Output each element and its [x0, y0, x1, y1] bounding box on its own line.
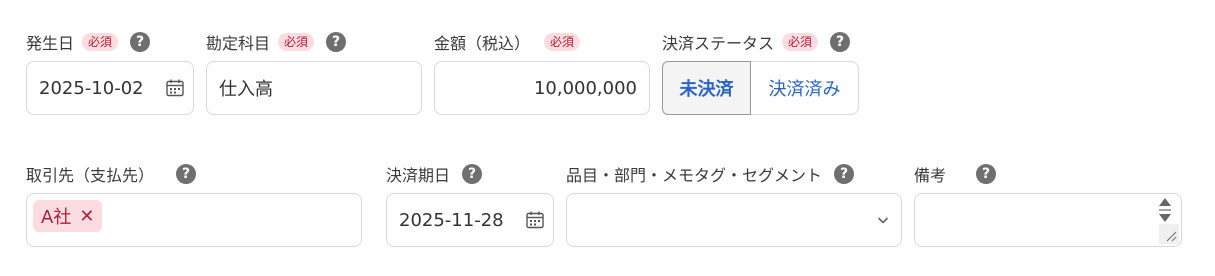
- due-date-input[interactable]: 2025-11-28: [386, 193, 554, 247]
- partner-tag: A社 ✕: [33, 200, 103, 232]
- help-icon[interactable]: ?: [834, 164, 855, 184]
- partner-tag-label: A社: [41, 207, 72, 228]
- spinner-icon[interactable]: [1157, 196, 1173, 224]
- required-badge: 必須: [82, 33, 119, 51]
- segments-label: 品目・部門・メモタグ・セグメント: [566, 166, 823, 185]
- help-icon[interactable]: ?: [830, 32, 851, 52]
- date-label: 発生日: [26, 34, 75, 53]
- resize-grip-icon[interactable]: [1159, 224, 1179, 244]
- amount-label-row: 金額（税込） 必須: [434, 30, 581, 54]
- segments-select[interactable]: [566, 193, 902, 247]
- calendar-icon[interactable]: [525, 210, 545, 230]
- required-badge: 必須: [782, 33, 819, 51]
- settlement-label: 決済ステータス: [662, 34, 775, 53]
- partner-input[interactable]: A社 ✕: [26, 193, 362, 247]
- calendar-icon[interactable]: [165, 78, 185, 98]
- chevron-down-icon: [877, 217, 889, 224]
- required-badge: 必須: [544, 33, 581, 51]
- date-value: 2025-10-02: [39, 77, 144, 99]
- date-input[interactable]: 2025-10-02: [26, 61, 194, 115]
- due-date-label-row: 決済期日 ?: [386, 162, 483, 186]
- partner-label: 取引先（支払先）: [26, 166, 155, 185]
- required-badge: 必須: [278, 33, 315, 51]
- settlement-label-row: 決済ステータス 必須 ?: [662, 30, 851, 54]
- settlement-toggle: 未決済 決済済み: [662, 61, 859, 115]
- date-label-row: 発生日 必須 ?: [26, 30, 151, 54]
- segments-label-row: 品目・部門・メモタグ・セグメント ?: [566, 162, 855, 186]
- settled-button[interactable]: 決済済み: [751, 61, 859, 115]
- notes-label: 備考: [914, 166, 947, 185]
- help-icon[interactable]: ?: [976, 164, 997, 184]
- partner-label-row: 取引先（支払先） ?: [26, 162, 197, 186]
- amount-input[interactable]: 10,000,000: [434, 61, 650, 115]
- amount-label: 金額（税込）: [434, 34, 531, 53]
- due-date-value: 2025-11-28: [399, 209, 504, 231]
- amount-value: 10,000,000: [533, 77, 637, 99]
- due-date-label: 決済期日: [386, 166, 451, 185]
- close-icon[interactable]: ✕: [79, 206, 94, 227]
- help-icon[interactable]: ?: [462, 164, 483, 184]
- unsettled-button[interactable]: 未決済: [662, 61, 751, 115]
- notes-textarea[interactable]: [914, 193, 1182, 247]
- notes-label-row: 備考 ?: [914, 162, 997, 186]
- account-value: 仕入高: [219, 79, 273, 100]
- account-label: 勘定科目: [206, 34, 271, 53]
- account-input[interactable]: 仕入高: [206, 61, 422, 115]
- help-icon[interactable]: ?: [130, 32, 151, 52]
- account-label-row: 勘定科目 必須 ?: [206, 30, 347, 54]
- help-icon[interactable]: ?: [176, 164, 197, 184]
- help-icon[interactable]: ?: [326, 32, 347, 52]
